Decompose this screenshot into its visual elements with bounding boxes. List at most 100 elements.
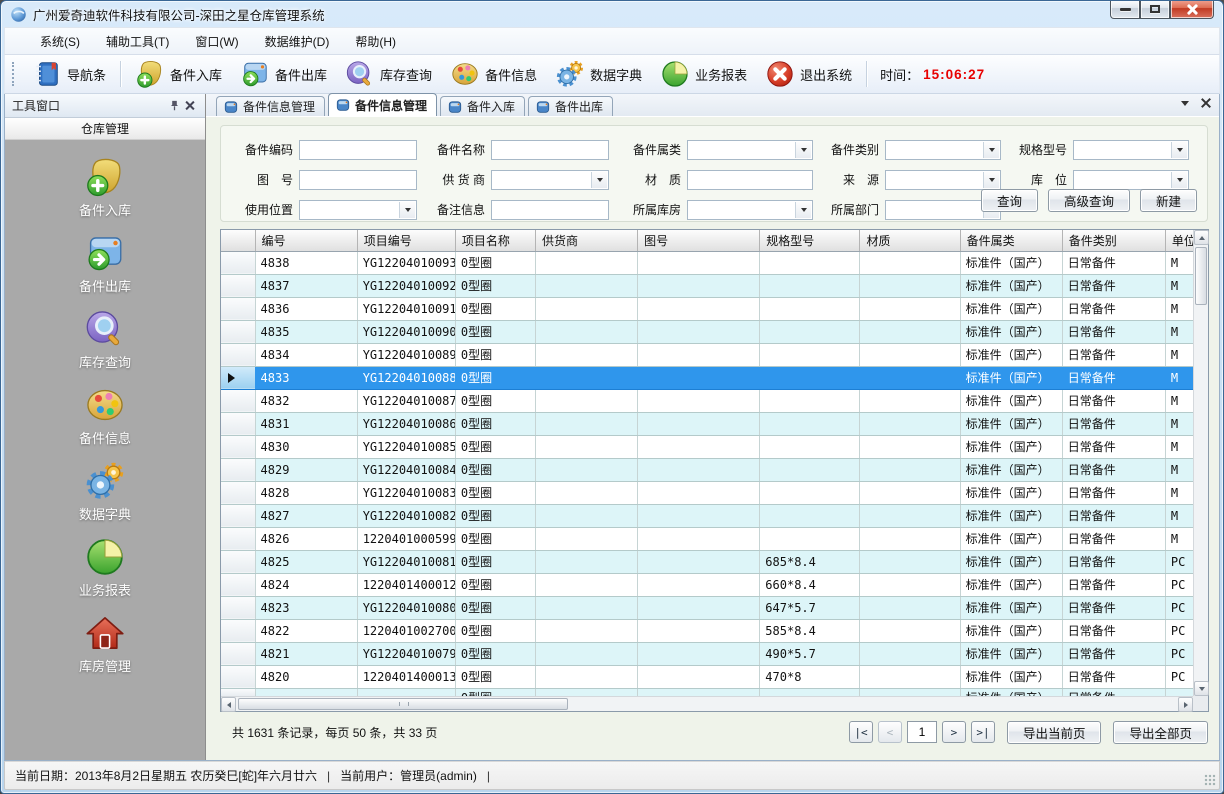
table-row[interactable]: 482412204014000120型圈660*8.4标准件（国产）日常备件PC — [221, 573, 1193, 596]
row-selector[interactable] — [221, 550, 255, 573]
export-current-page-button[interactable]: 导出当前页 — [1007, 721, 1102, 744]
storage-location-select[interactable] — [1073, 170, 1189, 190]
table-cell[interactable] — [638, 481, 760, 504]
warehouse-select[interactable] — [687, 200, 813, 220]
table-cell[interactable] — [760, 251, 860, 274]
table-cell[interactable]: 标准件（国产） — [960, 297, 1062, 320]
table-cell[interactable] — [535, 366, 637, 389]
table-cell[interactable]: M — [1165, 504, 1193, 527]
select-all-header[interactable] — [221, 230, 255, 251]
table-cell[interactable]: M — [1165, 251, 1193, 274]
table-row[interactable]: 4830YG122040100850型圈标准件（国产）日常备件M — [221, 435, 1193, 458]
table-cell[interactable]: 标准件（国产） — [960, 527, 1062, 550]
table-row[interactable]: 482212204010027000型圈585*8.4标准件（国产）日常备件PC — [221, 619, 1193, 642]
table-cell[interactable] — [760, 274, 860, 297]
table-cell[interactable] — [860, 366, 960, 389]
table-cell[interactable]: M — [1165, 527, 1193, 550]
maximize-button[interactable] — [1140, 0, 1170, 19]
table-cell[interactable]: M — [1165, 412, 1193, 435]
column-header[interactable]: 备件类别 — [1062, 230, 1165, 251]
table-cell[interactable]: M — [1165, 366, 1193, 389]
table-cell[interactable] — [535, 412, 637, 435]
table-cell[interactable] — [860, 343, 960, 366]
column-header[interactable]: 单位 — [1165, 230, 1193, 251]
table-cell[interactable]: 647*5.7 — [760, 596, 860, 619]
table-cell[interactable]: 标准件（国产） — [960, 596, 1062, 619]
tab-parts-info-mgmt-2-active[interactable]: 备件信息管理 — [328, 93, 437, 116]
table-cell[interactable] — [638, 596, 760, 619]
table-cell[interactable] — [860, 619, 960, 642]
row-selector[interactable] — [221, 320, 255, 343]
table-cell[interactable]: 4824 — [255, 573, 357, 596]
column-header[interactable]: 项目名称 — [455, 230, 535, 251]
table-cell[interactable]: 4838 — [255, 251, 357, 274]
table-cell[interactable] — [760, 320, 860, 343]
parts-genus-select[interactable] — [687, 140, 813, 160]
row-selector[interactable] — [221, 458, 255, 481]
table-cell[interactable]: 标准件（国产） — [960, 320, 1062, 343]
table-cell[interactable]: 日常备件 — [1062, 366, 1165, 389]
table-cell[interactable] — [860, 412, 960, 435]
table-cell[interactable] — [535, 573, 637, 596]
table-cell[interactable]: 4828 — [255, 481, 357, 504]
table-cell[interactable] — [760, 458, 860, 481]
table-cell[interactable] — [535, 642, 637, 665]
table-cell[interactable] — [535, 435, 637, 458]
dock-section-header[interactable]: 仓库管理 — [5, 118, 205, 140]
table-cell[interactable]: 标准件（国产） — [960, 504, 1062, 527]
table-cell[interactable] — [535, 251, 637, 274]
table-cell[interactable]: 标准件（国产） — [960, 389, 1062, 412]
last-page-button[interactable]: >| — [971, 721, 995, 743]
table-cell[interactable]: M — [1165, 343, 1193, 366]
sidebar-item-data-dictionary[interactable]: 数据字典 — [79, 460, 131, 523]
table-cell[interactable] — [535, 297, 637, 320]
menu-data-maintenance[interactable]: 数据维护(D) — [252, 28, 343, 55]
source-select[interactable] — [885, 170, 1001, 190]
toolbar-parts-info[interactable]: 备件信息 — [441, 57, 546, 91]
table-cell[interactable] — [760, 527, 860, 550]
usage-position-select[interactable] — [299, 200, 417, 220]
table-cell[interactable]: 470*8 — [760, 665, 860, 688]
tab-parts-outbound[interactable]: 备件出库 — [528, 96, 613, 116]
tab-parts-info-mgmt-1[interactable]: 备件信息管理 — [216, 96, 325, 116]
table-cell[interactable]: 0型圈 — [455, 550, 535, 573]
table-cell[interactable]: YG12204010085 — [357, 435, 455, 458]
table-cell[interactable] — [860, 504, 960, 527]
table-cell[interactable]: 标准件（国产） — [960, 619, 1062, 642]
table-cell[interactable]: 1220401000599 — [357, 527, 455, 550]
table-cell[interactable]: 标准件（国产） — [960, 458, 1062, 481]
table-cell[interactable]: 0型圈 — [455, 412, 535, 435]
next-page-button[interactable]: > — [942, 721, 966, 743]
export-all-pages-button[interactable]: 导出全部页 — [1113, 721, 1208, 744]
table-cell[interactable] — [638, 573, 760, 596]
table-cell[interactable] — [860, 665, 960, 688]
table-cell[interactable]: YG12204010090 — [357, 320, 455, 343]
row-selector[interactable] — [221, 366, 255, 389]
table-row[interactable]: 4831YG122040100860型圈标准件（国产）日常备件M — [221, 412, 1193, 435]
drawing-no-input[interactable] — [299, 170, 417, 190]
table-cell[interactable]: YG12204010092 — [357, 274, 455, 297]
table-cell[interactable]: YG12204010091 — [357, 297, 455, 320]
scroll-left-button[interactable] — [221, 697, 236, 712]
table-cell[interactable]: 0型圈 — [455, 366, 535, 389]
table-cell[interactable]: 4833 — [255, 366, 357, 389]
table-cell[interactable]: 0型圈 — [455, 343, 535, 366]
table-cell[interactable] — [535, 665, 637, 688]
table-row[interactable]: 4833YG122040100880型圈标准件（国产）日常备件M — [221, 366, 1193, 389]
table-cell[interactable]: 4836 — [255, 297, 357, 320]
table-cell[interactable]: 标准件（国产） — [960, 573, 1062, 596]
table-cell[interactable]: 0型圈 — [455, 596, 535, 619]
table-cell[interactable]: YG12204010080 — [357, 596, 455, 619]
table-cell[interactable]: 0型圈 — [455, 389, 535, 412]
table-cell[interactable]: 0型圈 — [455, 527, 535, 550]
table-cell[interactable]: 1220401002700 — [357, 619, 455, 642]
table-cell[interactable]: 标准件（国产） — [960, 412, 1062, 435]
table-row[interactable]: 0型圈标准件（国产）日常备件 — [221, 688, 1193, 696]
row-selector[interactable] — [221, 297, 255, 320]
table-cell[interactable] — [638, 389, 760, 412]
table-cell[interactable]: 4830 — [255, 435, 357, 458]
table-cell[interactable] — [638, 619, 760, 642]
table-cell[interactable] — [535, 619, 637, 642]
table-row[interactable]: 4823YG122040100800型圈647*5.7标准件（国产）日常备件PC — [221, 596, 1193, 619]
table-cell[interactable] — [760, 435, 860, 458]
